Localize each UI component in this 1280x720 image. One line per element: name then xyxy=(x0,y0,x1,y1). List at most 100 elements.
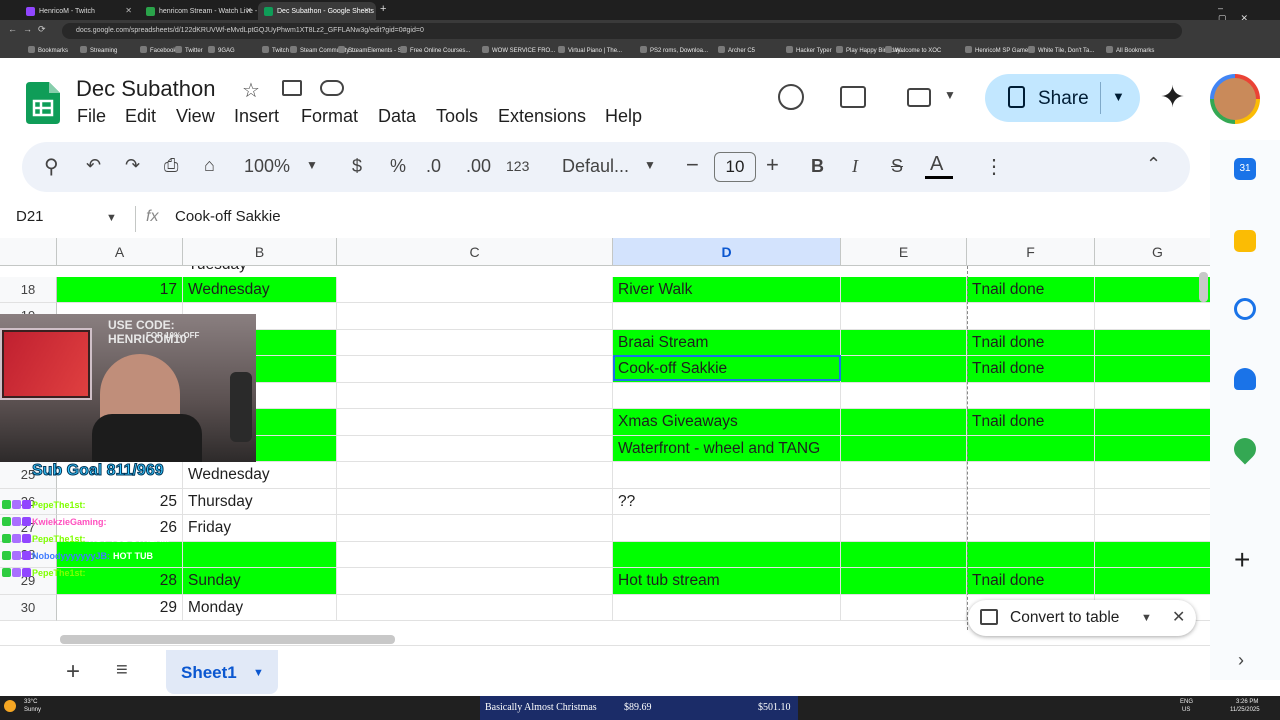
cell-e[interactable] xyxy=(841,541,967,568)
cell-e[interactable] xyxy=(841,329,967,356)
percent-format-button[interactable]: % xyxy=(390,156,406,177)
bookmark-item[interactable]: Free Online Courses... xyxy=(400,46,470,54)
cell-c[interactable] xyxy=(337,568,613,595)
close-tab-icon[interactable]: ✕ xyxy=(125,6,132,15)
cell-d[interactable] xyxy=(613,462,841,489)
comments-icon[interactable] xyxy=(840,86,866,108)
cell-f[interactable]: Tnail done xyxy=(967,276,1095,303)
avatar[interactable] xyxy=(1210,74,1260,124)
bookmark-item[interactable]: Twitch xyxy=(262,46,289,54)
bookmark-item[interactable]: White Tile, Don't Ta... xyxy=(1028,46,1094,54)
redo-icon[interactable]: ↷ xyxy=(125,155,140,176)
cell-e[interactable] xyxy=(841,568,967,595)
cell-g[interactable] xyxy=(1095,303,1210,330)
cell-f[interactable]: Tnail done xyxy=(967,409,1095,436)
browser-tab-sheets[interactable]: Dec Subathon - Google Sheets ✕ xyxy=(258,2,376,20)
bookmark-item[interactable]: Twitter xyxy=(175,46,203,54)
show-side-panel-icon[interactable]: › xyxy=(1238,650,1244,671)
bookmark-item[interactable]: Virtual Piano | The... xyxy=(558,46,622,54)
more-options-icon[interactable]: ⋮ xyxy=(984,154,1004,179)
get-addons-icon[interactable]: + xyxy=(1234,544,1250,576)
add-sheet-button[interactable]: + xyxy=(66,658,80,686)
menu-edit[interactable]: Edit xyxy=(125,106,156,127)
cell-c[interactable] xyxy=(337,356,613,383)
cell-g[interactable] xyxy=(1095,541,1210,568)
sheets-logo-icon[interactable] xyxy=(26,82,60,124)
cell-b[interactable]: Wednesday xyxy=(183,276,337,303)
browser-tab-twitch[interactable]: HenricoM - Twitch ✕ xyxy=(20,2,138,20)
cell-e[interactable] xyxy=(841,462,967,489)
menu-tools[interactable]: Tools xyxy=(436,106,478,127)
menu-insert[interactable]: Insert xyxy=(234,106,279,127)
cell-e[interactable] xyxy=(841,382,967,409)
strikethrough-button[interactable]: S xyxy=(891,156,903,177)
cloud-status-icon[interactable] xyxy=(320,80,344,96)
cell-d[interactable]: Braai Stream xyxy=(613,329,841,356)
row-number[interactable]: 18 xyxy=(0,276,57,303)
contacts-icon[interactable] xyxy=(1234,368,1256,390)
tasks-icon[interactable] xyxy=(1234,298,1256,320)
cell-c[interactable] xyxy=(337,462,613,489)
cell-g[interactable] xyxy=(1095,568,1210,595)
star-icon[interactable]: ☆ xyxy=(242,78,260,103)
gemini-icon[interactable]: ✦ xyxy=(1160,80,1185,115)
bookmark-item[interactable]: All Bookmarks xyxy=(1106,46,1154,54)
cell-a[interactable]: 17 xyxy=(57,276,183,303)
print-icon[interactable]: ⎙ xyxy=(164,155,178,176)
menu-file[interactable]: File xyxy=(77,106,106,127)
bookmark-item[interactable]: PS2 roms, Downloa... xyxy=(640,46,708,54)
bold-button[interactable]: B xyxy=(811,156,824,177)
cell-e[interactable] xyxy=(841,303,967,330)
bookmark-item[interactable]: Streaming xyxy=(80,46,117,54)
cell-e[interactable] xyxy=(841,276,967,303)
name-box[interactable]: D21 xyxy=(16,208,44,225)
collapse-menus-icon[interactable]: ⌃ xyxy=(1146,154,1161,175)
font-select[interactable]: Defaul... xyxy=(562,156,629,177)
cell-g[interactable] xyxy=(1095,276,1210,303)
cell-d[interactable] xyxy=(613,515,841,542)
cell-d[interactable]: Hot tub stream xyxy=(613,568,841,595)
cell-d[interactable]: Waterfront - wheel and TANG xyxy=(613,435,841,462)
cell-f[interactable] xyxy=(967,515,1095,542)
cell-e[interactable] xyxy=(841,488,967,515)
cell-b[interactable]: Monday xyxy=(183,594,337,621)
cell-f[interactable] xyxy=(967,303,1095,330)
cell-d[interactable] xyxy=(613,303,841,330)
font-size-input[interactable]: 10 xyxy=(714,152,756,182)
url-input[interactable]: docs.google.com/spreadsheets/d/122dKRUVW… xyxy=(62,23,1182,39)
cell-f[interactable] xyxy=(967,435,1095,462)
undo-icon[interactable]: ↶ xyxy=(86,155,101,176)
cell-e[interactable] xyxy=(841,356,967,383)
sheet-tab-dropdown-icon[interactable]: ▼ xyxy=(253,667,264,679)
currency-format-button[interactable]: $ xyxy=(352,156,362,177)
calendar-icon[interactable]: 31 xyxy=(1234,158,1256,180)
bookmark-item[interactable]: WOW SERVICE FRO... xyxy=(482,46,555,54)
version-history-icon[interactable] xyxy=(778,84,804,110)
bookmark-item[interactable]: HenricoM SP Game... xyxy=(965,46,1033,54)
cell-g[interactable] xyxy=(1095,356,1210,383)
menu-data[interactable]: Data xyxy=(378,106,416,127)
menu-view[interactable]: View xyxy=(176,106,215,127)
cell-c[interactable] xyxy=(337,382,613,409)
convert-dropdown-icon[interactable]: ▼ xyxy=(1141,612,1152,624)
decrease-decimal-button[interactable]: .0 xyxy=(426,156,441,177)
cell-e[interactable] xyxy=(841,435,967,462)
font-size-decrease-button[interactable]: − xyxy=(686,152,699,178)
browser-tab-stream[interactable]: henricom Stream - Watch Live - ✕ xyxy=(140,2,258,20)
bookmark-item[interactable]: Facebook xyxy=(140,46,176,54)
cell-c[interactable] xyxy=(337,276,613,303)
cell-f[interactable] xyxy=(967,382,1095,409)
cell-f[interactable] xyxy=(967,488,1095,515)
cell-e[interactable] xyxy=(841,409,967,436)
close-tab-icon[interactable]: ✕ xyxy=(245,6,252,15)
cell-c[interactable] xyxy=(337,409,613,436)
italic-button[interactable]: I xyxy=(852,156,858,177)
cell-c[interactable] xyxy=(337,488,613,515)
zoom-dropdown-icon[interactable]: ▼ xyxy=(306,158,318,172)
cell-e[interactable] xyxy=(841,515,967,542)
cell-g[interactable] xyxy=(1095,435,1210,462)
close-icon[interactable]: ✕ xyxy=(1172,607,1185,627)
vertical-scrollbar[interactable] xyxy=(1199,272,1208,302)
cell-f[interactable] xyxy=(967,462,1095,489)
bookmark-item[interactable]: Hacker Typer xyxy=(786,46,832,54)
